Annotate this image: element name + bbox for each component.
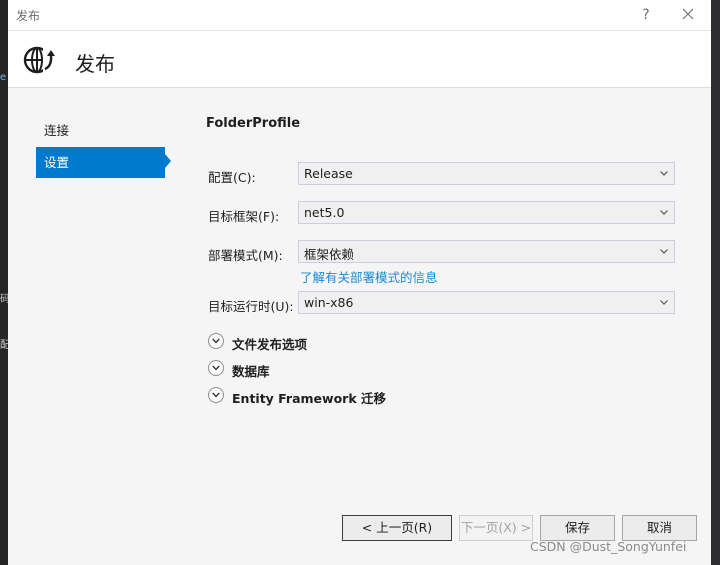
help-button[interactable]: ? [636,5,656,25]
deployment-mode-info-link[interactable]: 了解有关部署模式的信息 [300,267,438,286]
expander-label: 数据库 [232,364,270,379]
nav-item-connection[interactable]: 连接 [36,115,165,146]
chevron-down-icon [660,171,668,176]
chevron-down-icon [660,300,668,305]
nav-item-settings[interactable]: 设置 [36,147,165,178]
target-runtime-select[interactable]: win-x86 [298,291,675,314]
dialog-header: 发布 [8,31,711,88]
watermark: CSDN @Dust_SongYunfei [530,539,687,554]
close-button[interactable] [676,5,700,25]
configuration-value: Release [304,166,353,181]
ide-text-fragment: e [0,72,7,83]
expand-chevron-icon [208,360,224,376]
chevron-down-icon [660,210,668,215]
ide-text-fragment: 码 [0,294,8,304]
ide-background-right [711,0,720,565]
expander-label: 文件发布选项 [232,337,308,352]
expander-label: Entity Framework 迁移 [232,391,386,406]
title-bar: 发布 ? [8,0,711,31]
target-framework-label: 目标框架(F): [208,209,280,224]
deployment-mode-label: 部署模式(M): [208,248,283,263]
save-button[interactable]: 保存 [540,515,615,541]
deployment-mode-value: 框架依赖 [304,247,355,262]
profile-title: FolderProfile [206,116,301,131]
expand-chevron-icon [208,387,224,403]
deployment-mode-select[interactable]: 框架依赖 [298,240,675,263]
next-button[interactable]: 下一页(X) > [459,515,533,541]
window-title: 发布 [16,9,41,23]
header-title: 发布 [75,52,115,76]
configuration-select[interactable]: Release [298,162,675,185]
close-icon [682,8,694,20]
configuration-label: 配置(C): [208,170,256,185]
target-framework-value: net5.0 [304,205,345,220]
chevron-down-icon [660,249,668,254]
content-area: 连接 设置 FolderProfile 配置(C): Release 目标框架(… [8,88,711,565]
nav-active-pointer [165,154,171,168]
publish-dialog: 发布 ? 发布 连接 设置 FolderProfile 配置(C): Relea… [8,0,711,565]
target-framework-select[interactable]: net5.0 [298,201,675,224]
previous-button[interactable]: < 上一页(R) [342,515,452,541]
globe-publish-icon [23,46,55,74]
target-runtime-label: 目标运行时(U): [208,299,294,314]
cancel-button[interactable]: 取消 [622,515,697,541]
target-runtime-value: win-x86 [304,295,354,310]
expand-chevron-icon [208,333,224,349]
ide-text-fragment: 配 [0,340,8,350]
